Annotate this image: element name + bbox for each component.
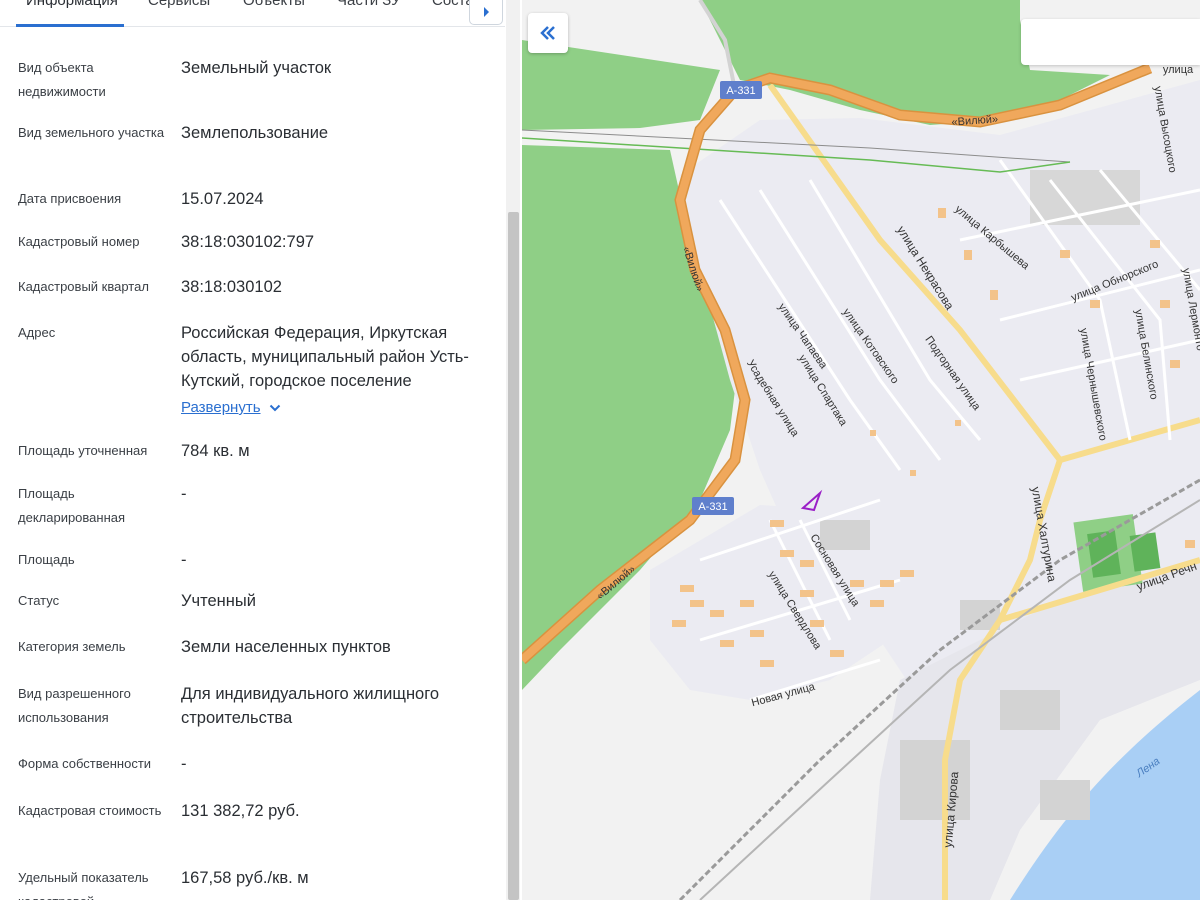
property-label: Кадастровый номер [18,234,140,249]
property-label: Кадастровый квартал [18,279,149,294]
property-value: 167,58 руб./кв. м [181,869,309,887]
property-label: Вид объекта недвижимости [18,60,106,99]
address-value: Российская Федерация, Иркутская область,… [181,324,469,390]
map-view[interactable]: А-331 А-331 «Вилюй» «Вилюй» «Вилюй» улиц… [522,0,1200,900]
property-label: Вид разрешенного использования [18,686,131,725]
street-label: улица [1163,64,1194,76]
property-value: Учтенный [181,592,256,610]
property-label: Категория земель [18,639,126,654]
expand-label: Развернуть [181,399,261,416]
building [1000,690,1060,730]
property-label: Адрес [18,325,56,340]
tab-services[interactable]: Сервисы [148,0,210,9]
property-label: Статус [18,593,60,608]
property-value: 131 382,72 руб. [181,802,300,820]
chevron-down-icon [269,404,280,412]
tab-objects[interactable]: Объекты [243,0,305,9]
tab-land-parts[interactable]: Части ЗУ [337,0,401,9]
tab-composition[interactable]: Соста [432,0,474,9]
road-shield-label: А-331 [698,501,727,513]
property-value: - [181,485,187,503]
tabs-scroll-right-button[interactable] [469,0,503,25]
road-shield-a331: А-331 [692,497,734,515]
property-label: Площадь декларированная [18,486,126,525]
chevron-right-icon [484,7,489,17]
property-value: Для индивидуального жилищного строительс… [181,685,440,727]
property-value: Земли населенных пунктов [181,638,391,656]
road-shield-label: А-331 [726,85,755,97]
property-value: 15.07.2024 [181,190,264,208]
map-canvas[interactable]: А-331 А-331 «Вилюй» «Вилюй» «Вилюй» улиц… [522,0,1200,900]
property-value: - [181,551,187,569]
expand-address-link[interactable]: Развернуть [181,396,281,420]
property-value: 784 кв. м [181,442,250,460]
property-value[interactable]: 38:18:030102:797 [181,230,491,254]
building [820,520,870,550]
property-value: Землепользование [181,124,329,142]
tab-bar: Информация Сервисы Объекты Части ЗУ Сост… [0,0,505,27]
sports-field [1129,532,1161,572]
info-panel: Информация Сервисы Объекты Части ЗУ Сост… [0,0,520,900]
property-label: Кадастровая стоимость [18,803,162,818]
property-value[interactable]: 38:18:030102 [181,275,491,299]
property-value: Земельный участок [181,59,332,77]
property-label: Удельный показатель кадастровой [18,870,149,900]
building [1040,780,1090,820]
property-label: Форма собственности [18,756,152,771]
map-search-input[interactable] [1021,19,1200,63]
panel-scrollbar-thumb[interactable] [508,212,519,900]
property-label: Дата присвоения [18,191,122,206]
property-label: Вид земельного участка [18,125,165,140]
property-label: Площадь уточненная [18,443,148,458]
tab-information[interactable]: Информация [26,0,118,9]
property-value: - [181,755,187,773]
property-label: Площадь [18,552,75,567]
double-chevron-left-icon [540,26,555,40]
active-tab-indicator [16,24,124,27]
map-search-box[interactable] [1021,19,1200,65]
collapse-panel-button[interactable] [528,13,568,53]
road-shield-a331: А-331 [720,81,762,99]
